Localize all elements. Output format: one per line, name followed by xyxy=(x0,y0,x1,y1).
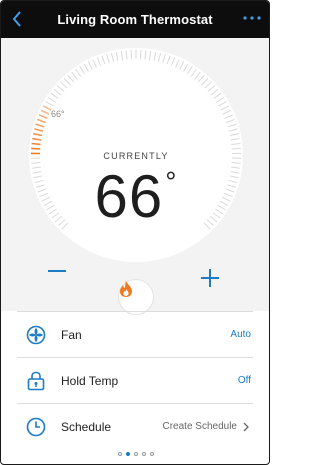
current-temperature: 66° xyxy=(1,162,269,231)
minus-icon[interactable] xyxy=(48,269,72,293)
hold-temp-row[interactable]: Hold Temp Off xyxy=(17,357,253,403)
page-title: Living Room Thermostat xyxy=(57,12,213,27)
thermostat-screen: Living Room Thermostat 66° CURRENTLY 66° xyxy=(0,0,270,465)
fan-icon xyxy=(25,324,47,346)
dial-tick xyxy=(231,147,241,150)
fan-row[interactable]: Fan Auto xyxy=(17,311,253,357)
chevron-right-icon xyxy=(243,421,253,433)
hold-temp-value[interactable]: Off xyxy=(238,375,251,386)
plus-icon[interactable] xyxy=(201,269,225,293)
currently-label: CURRENTLY xyxy=(103,151,169,161)
current-temperature-value: 66 xyxy=(94,163,164,230)
degree-symbol: ° xyxy=(165,166,178,197)
fan-value[interactable]: Auto xyxy=(230,329,251,340)
thermostat-dial-area: 66° CURRENTLY 66° xyxy=(1,38,269,314)
settings-list: Fan Auto Hold Temp Off Schedule Create S… xyxy=(17,311,253,449)
lock-icon xyxy=(25,370,47,392)
schedule-row[interactable]: Schedule Create Schedule xyxy=(17,403,253,449)
schedule-label: Schedule xyxy=(61,419,112,434)
page-dot[interactable] xyxy=(126,452,130,456)
page-dot[interactable] xyxy=(142,452,146,456)
chevron-left-icon[interactable] xyxy=(9,9,25,29)
page-dot[interactable] xyxy=(134,452,138,456)
dial-tick-active xyxy=(31,142,41,146)
fan-label: Fan xyxy=(61,327,82,342)
create-schedule-link[interactable]: Create Schedule xyxy=(163,421,238,432)
page-dot[interactable] xyxy=(150,452,154,456)
dial-tick-active xyxy=(31,147,41,150)
header-bar: Living Room Thermostat xyxy=(1,1,269,38)
more-dots-icon[interactable] xyxy=(243,11,261,25)
clock-icon xyxy=(25,416,47,438)
page-dot[interactable] xyxy=(118,452,122,456)
hold-temp-label: Hold Temp xyxy=(61,373,119,388)
setpoint-label: 66° xyxy=(51,109,65,119)
page-indicator[interactable] xyxy=(1,452,269,456)
heat-mode-button[interactable] xyxy=(119,280,153,314)
